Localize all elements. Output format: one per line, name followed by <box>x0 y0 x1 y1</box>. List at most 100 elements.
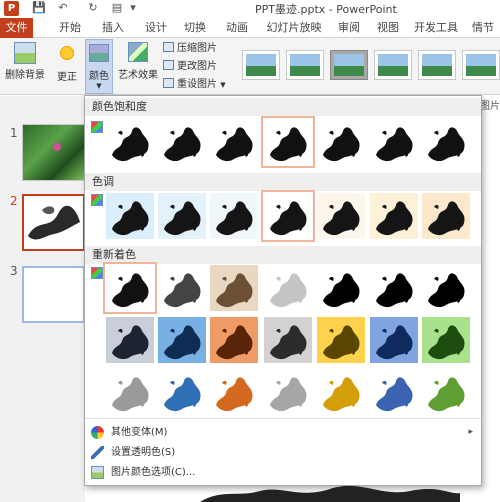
start-from-beginning-icon[interactable]: ▤ <box>110 1 124 15</box>
recolor-swatch[interactable] <box>317 369 365 415</box>
tab-home[interactable]: 开始 <box>52 18 88 38</box>
tab-developer[interactable]: 开发工具 <box>412 18 460 38</box>
flower-image <box>53 143 61 151</box>
recolor-swatch[interactable] <box>422 265 470 311</box>
tone-swatch[interactable] <box>261 190 315 242</box>
remove-background-button[interactable]: 删除背景 <box>3 42 47 81</box>
tone-swatch[interactable] <box>370 193 418 239</box>
recolor-header: 重新着色 <box>85 246 481 264</box>
artistic-effects-icon <box>128 42 148 62</box>
reset-picture-button[interactable]: 重设图片 ▼ <box>163 77 226 93</box>
recolor-swatch[interactable] <box>210 317 258 363</box>
tone-swatch[interactable] <box>158 193 206 239</box>
saturation-swatch[interactable] <box>317 119 365 165</box>
slide-thumbnail-pane: 1 2 3 <box>0 96 85 502</box>
corrections-button[interactable]: 更正 <box>54 42 80 83</box>
picture-style-4[interactable] <box>374 50 412 80</box>
recolor-swatch[interactable] <box>264 265 312 311</box>
saturation-swatch[interactable] <box>422 119 470 165</box>
chevron-right-icon: ▸ <box>468 427 473 437</box>
more-variations-menu-item[interactable]: 其他变体(M) ▸ <box>85 423 481 442</box>
recolor-swatch[interactable] <box>106 317 154 363</box>
recolor-swatch[interactable] <box>370 317 418 363</box>
compress-icon <box>163 42 174 52</box>
picture-style-3[interactable] <box>330 50 368 80</box>
recolor-swatch[interactable] <box>422 317 470 363</box>
slide-thumbnail-1[interactable] <box>22 124 85 181</box>
undo-icon[interactable]: ↶ <box>56 1 70 15</box>
recolor-swatch[interactable] <box>264 317 312 363</box>
tone-swatch[interactable] <box>106 193 154 239</box>
saturation-swatch[interactable] <box>210 119 258 165</box>
tab-storyline[interactable]: 情节 <box>465 18 500 38</box>
color-dropdown-menu: 颜色饱和度 色调 重新着色 其他变体(M) ▸ 设置透明色(S) 图片颜色选项(… <box>84 95 482 486</box>
saturation-swatch[interactable] <box>106 119 154 165</box>
compress-label: 压缩图片 <box>177 43 217 54</box>
customize-qat-icon[interactable]: ▾ <box>126 1 140 15</box>
options-icon <box>91 121 103 133</box>
recolor-swatch[interactable] <box>106 369 154 415</box>
tone-swatch[interactable] <box>210 193 258 239</box>
recolor-swatch[interactable] <box>370 369 418 415</box>
tab-transitions[interactable]: 切换 <box>177 18 213 38</box>
options-icon <box>91 194 103 206</box>
title-bar: P 💾 ↶ ↻ ▤ ▾ PPT墨迹.pptx - PowerPoint <box>0 0 500 18</box>
eyedropper-icon <box>91 446 104 459</box>
set-transparent-color-menu-item[interactable]: 设置透明色(S) <box>85 443 481 462</box>
tone-swatch[interactable] <box>317 193 365 239</box>
tab-view[interactable]: 视图 <box>370 18 406 38</box>
change-picture-icon <box>163 60 174 70</box>
tab-file[interactable]: 文件 <box>0 18 33 38</box>
slide-thumbnail-2[interactable] <box>22 194 85 251</box>
saturation-header: 颜色饱和度 <box>85 98 481 116</box>
color-wheel-icon <box>91 426 104 439</box>
tab-slideshow[interactable]: 幻灯片放映 <box>262 18 326 38</box>
recolor-swatch[interactable] <box>210 369 258 415</box>
more-variations-label: 其他变体(M) <box>111 427 168 438</box>
picture-color-options-menu-item[interactable]: 图片颜色选项(C)... <box>85 463 481 482</box>
slide-number: 1 <box>10 126 18 140</box>
picture-color-options-icon <box>91 466 104 479</box>
redo-icon[interactable]: ↻ <box>86 1 100 15</box>
change-picture-button[interactable]: 更改图片 <box>163 59 217 75</box>
recolor-swatch[interactable] <box>158 317 206 363</box>
artistic-effects-button[interactable]: 艺术效果 <box>118 42 158 81</box>
slide-thumbnail-3[interactable] <box>22 266 85 323</box>
picture-style-2[interactable] <box>286 50 324 80</box>
saturation-swatch[interactable] <box>261 116 315 168</box>
picture-style-1[interactable] <box>242 50 280 80</box>
tone-swatch[interactable] <box>422 193 470 239</box>
tab-insert[interactable]: 插入 <box>95 18 131 38</box>
powerpoint-logo-icon: P <box>4 1 19 16</box>
menu-divider <box>85 418 481 419</box>
picture-styles-gallery <box>238 46 500 88</box>
remove-background-label: 删除背景 <box>5 70 45 81</box>
recolor-swatch[interactable] <box>370 265 418 311</box>
picture-style-5[interactable] <box>418 50 456 80</box>
change-picture-label: 更改图片 <box>177 61 217 72</box>
recolor-swatch[interactable] <box>264 369 312 415</box>
corrections-label: 更正 <box>57 72 77 83</box>
saturation-swatch[interactable] <box>370 119 418 165</box>
picture-styles-label: 图片样 <box>480 101 500 112</box>
tab-design[interactable]: 设计 <box>138 18 174 38</box>
tab-review[interactable]: 审阅 <box>331 18 367 38</box>
recolor-swatch[interactable] <box>210 265 258 311</box>
recolor-swatch[interactable] <box>317 265 365 311</box>
compress-pictures-button[interactable]: 压缩图片 <box>163 41 217 57</box>
tab-animations[interactable]: 动画 <box>219 18 255 38</box>
recolor-swatch[interactable] <box>158 369 206 415</box>
color-button[interactable]: 颜色 ▼ <box>85 39 113 94</box>
picture-style-6[interactable] <box>462 50 500 80</box>
saturation-swatch[interactable] <box>158 119 206 165</box>
sun-icon <box>58 44 76 62</box>
recolor-swatch[interactable] <box>103 262 157 314</box>
ribbon-tabs: 文件 开始 插入 设计 切换 动画 幻灯片放映 审阅 视图 开发工具 情节 <box>0 18 500 38</box>
recolor-swatch[interactable] <box>317 317 365 363</box>
recolor-swatch[interactable] <box>422 369 470 415</box>
recolor-swatch[interactable] <box>158 265 206 311</box>
window-title: PPT墨迹.pptx - PowerPoint <box>255 3 397 16</box>
options-icon <box>91 267 103 279</box>
ink-image <box>28 205 80 240</box>
save-icon[interactable]: 💾 <box>32 1 46 15</box>
